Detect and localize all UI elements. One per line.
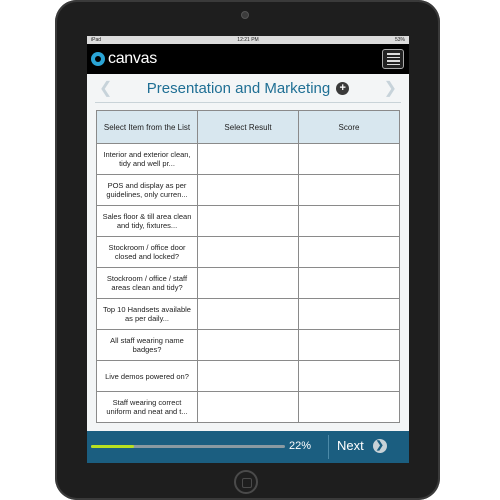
score-cell <box>298 236 400 268</box>
score-cell <box>298 143 400 175</box>
result-cell[interactable] <box>197 236 299 268</box>
next-button[interactable]: Next ❯ <box>337 438 387 453</box>
score-cell <box>298 267 400 299</box>
result-cell[interactable] <box>197 391 299 423</box>
progress-label: 22% <box>289 440 312 452</box>
table-row: Staff wearing correct uniform and neat a… <box>96 391 400 423</box>
result-cell[interactable] <box>197 267 299 299</box>
table-header-row: Select Item from the List Select Result … <box>96 110 400 144</box>
item-cell[interactable]: Staff wearing correct uniform and neat a… <box>96 391 198 423</box>
item-cell[interactable]: Stockroom / office / staff areas clean a… <box>96 267 198 299</box>
app-screen: iPad 12:21 PM 53% canvas ❮ Presentation … <box>87 36 409 463</box>
menu-icon <box>386 53 400 55</box>
table-row: POS and display as per guidelines, only … <box>96 174 400 206</box>
score-cell <box>298 298 400 330</box>
table-row: Stockroom / office door closed and locke… <box>96 236 400 268</box>
score-cell <box>298 391 400 423</box>
app-logo: canvas <box>91 50 157 68</box>
menu-button[interactable] <box>382 49 404 69</box>
footer-divider <box>328 435 329 459</box>
page-title: Presentation and Marketing <box>146 79 331 97</box>
next-label: Next <box>337 438 364 453</box>
progress-bar <box>91 445 285 448</box>
result-cell[interactable] <box>197 360 299 392</box>
footer-bar: 22% Next ❯ <box>87 431 409 463</box>
item-cell[interactable]: All staff wearing name badges? <box>96 329 198 361</box>
item-cell[interactable]: POS and display as per guidelines, only … <box>96 174 198 206</box>
app-header: canvas <box>87 44 409 74</box>
app-name: canvas <box>108 50 157 67</box>
chevron-left-icon[interactable]: ❮ <box>99 78 112 98</box>
add-circle-icon[interactable]: + <box>336 81 350 95</box>
home-button[interactable] <box>234 470 258 494</box>
table-row: Interior and exterior clean, tidy and we… <box>96 143 400 175</box>
item-cell[interactable]: Top 10 Handsets available as per daily..… <box>96 298 198 330</box>
canvas-logo-icon <box>91 52 105 66</box>
score-cell <box>298 360 400 392</box>
result-cell[interactable] <box>197 329 299 361</box>
result-cell[interactable] <box>197 143 299 175</box>
carrier: iPad <box>91 37 102 43</box>
column-header-score: Score <box>298 110 400 144</box>
score-cell <box>298 329 400 361</box>
item-cell[interactable]: Live demos powered on? <box>96 360 198 392</box>
progress-fill <box>91 445 134 448</box>
camera <box>241 11 249 19</box>
item-cell[interactable]: Sales floor & till area clean and tidy, … <box>96 205 198 237</box>
table-row: Top 10 Handsets available as per daily..… <box>96 298 400 330</box>
chevron-right-icon[interactable]: ❯ <box>384 78 397 98</box>
battery: 53% <box>394 37 405 43</box>
status-bar: iPad 12:21 PM 53% <box>87 36 409 44</box>
item-cell[interactable]: Stockroom / office door closed and locke… <box>96 236 198 268</box>
column-header-result: Select Result <box>197 110 299 144</box>
score-cell <box>298 205 400 237</box>
table-row: Stockroom / office / staff areas clean a… <box>96 267 400 299</box>
clock: 12:21 PM <box>237 37 259 43</box>
table-row: All staff wearing name badges? <box>96 329 400 361</box>
result-cell[interactable] <box>197 205 299 237</box>
result-cell[interactable] <box>197 174 299 206</box>
table-row: Sales floor & till area clean and tidy, … <box>96 205 400 237</box>
result-cell[interactable] <box>197 298 299 330</box>
score-cell <box>298 174 400 206</box>
section-header: ❮ Presentation and Marketing + ❯ <box>95 74 401 103</box>
item-cell[interactable]: Interior and exterior clean, tidy and we… <box>96 143 198 175</box>
table-row: Live demos powered on? <box>96 360 400 392</box>
checklist-table: Select Item from the List Select Result … <box>96 110 400 423</box>
column-header-item: Select Item from the List <box>96 110 198 144</box>
next-arrow-icon: ❯ <box>372 438 387 453</box>
